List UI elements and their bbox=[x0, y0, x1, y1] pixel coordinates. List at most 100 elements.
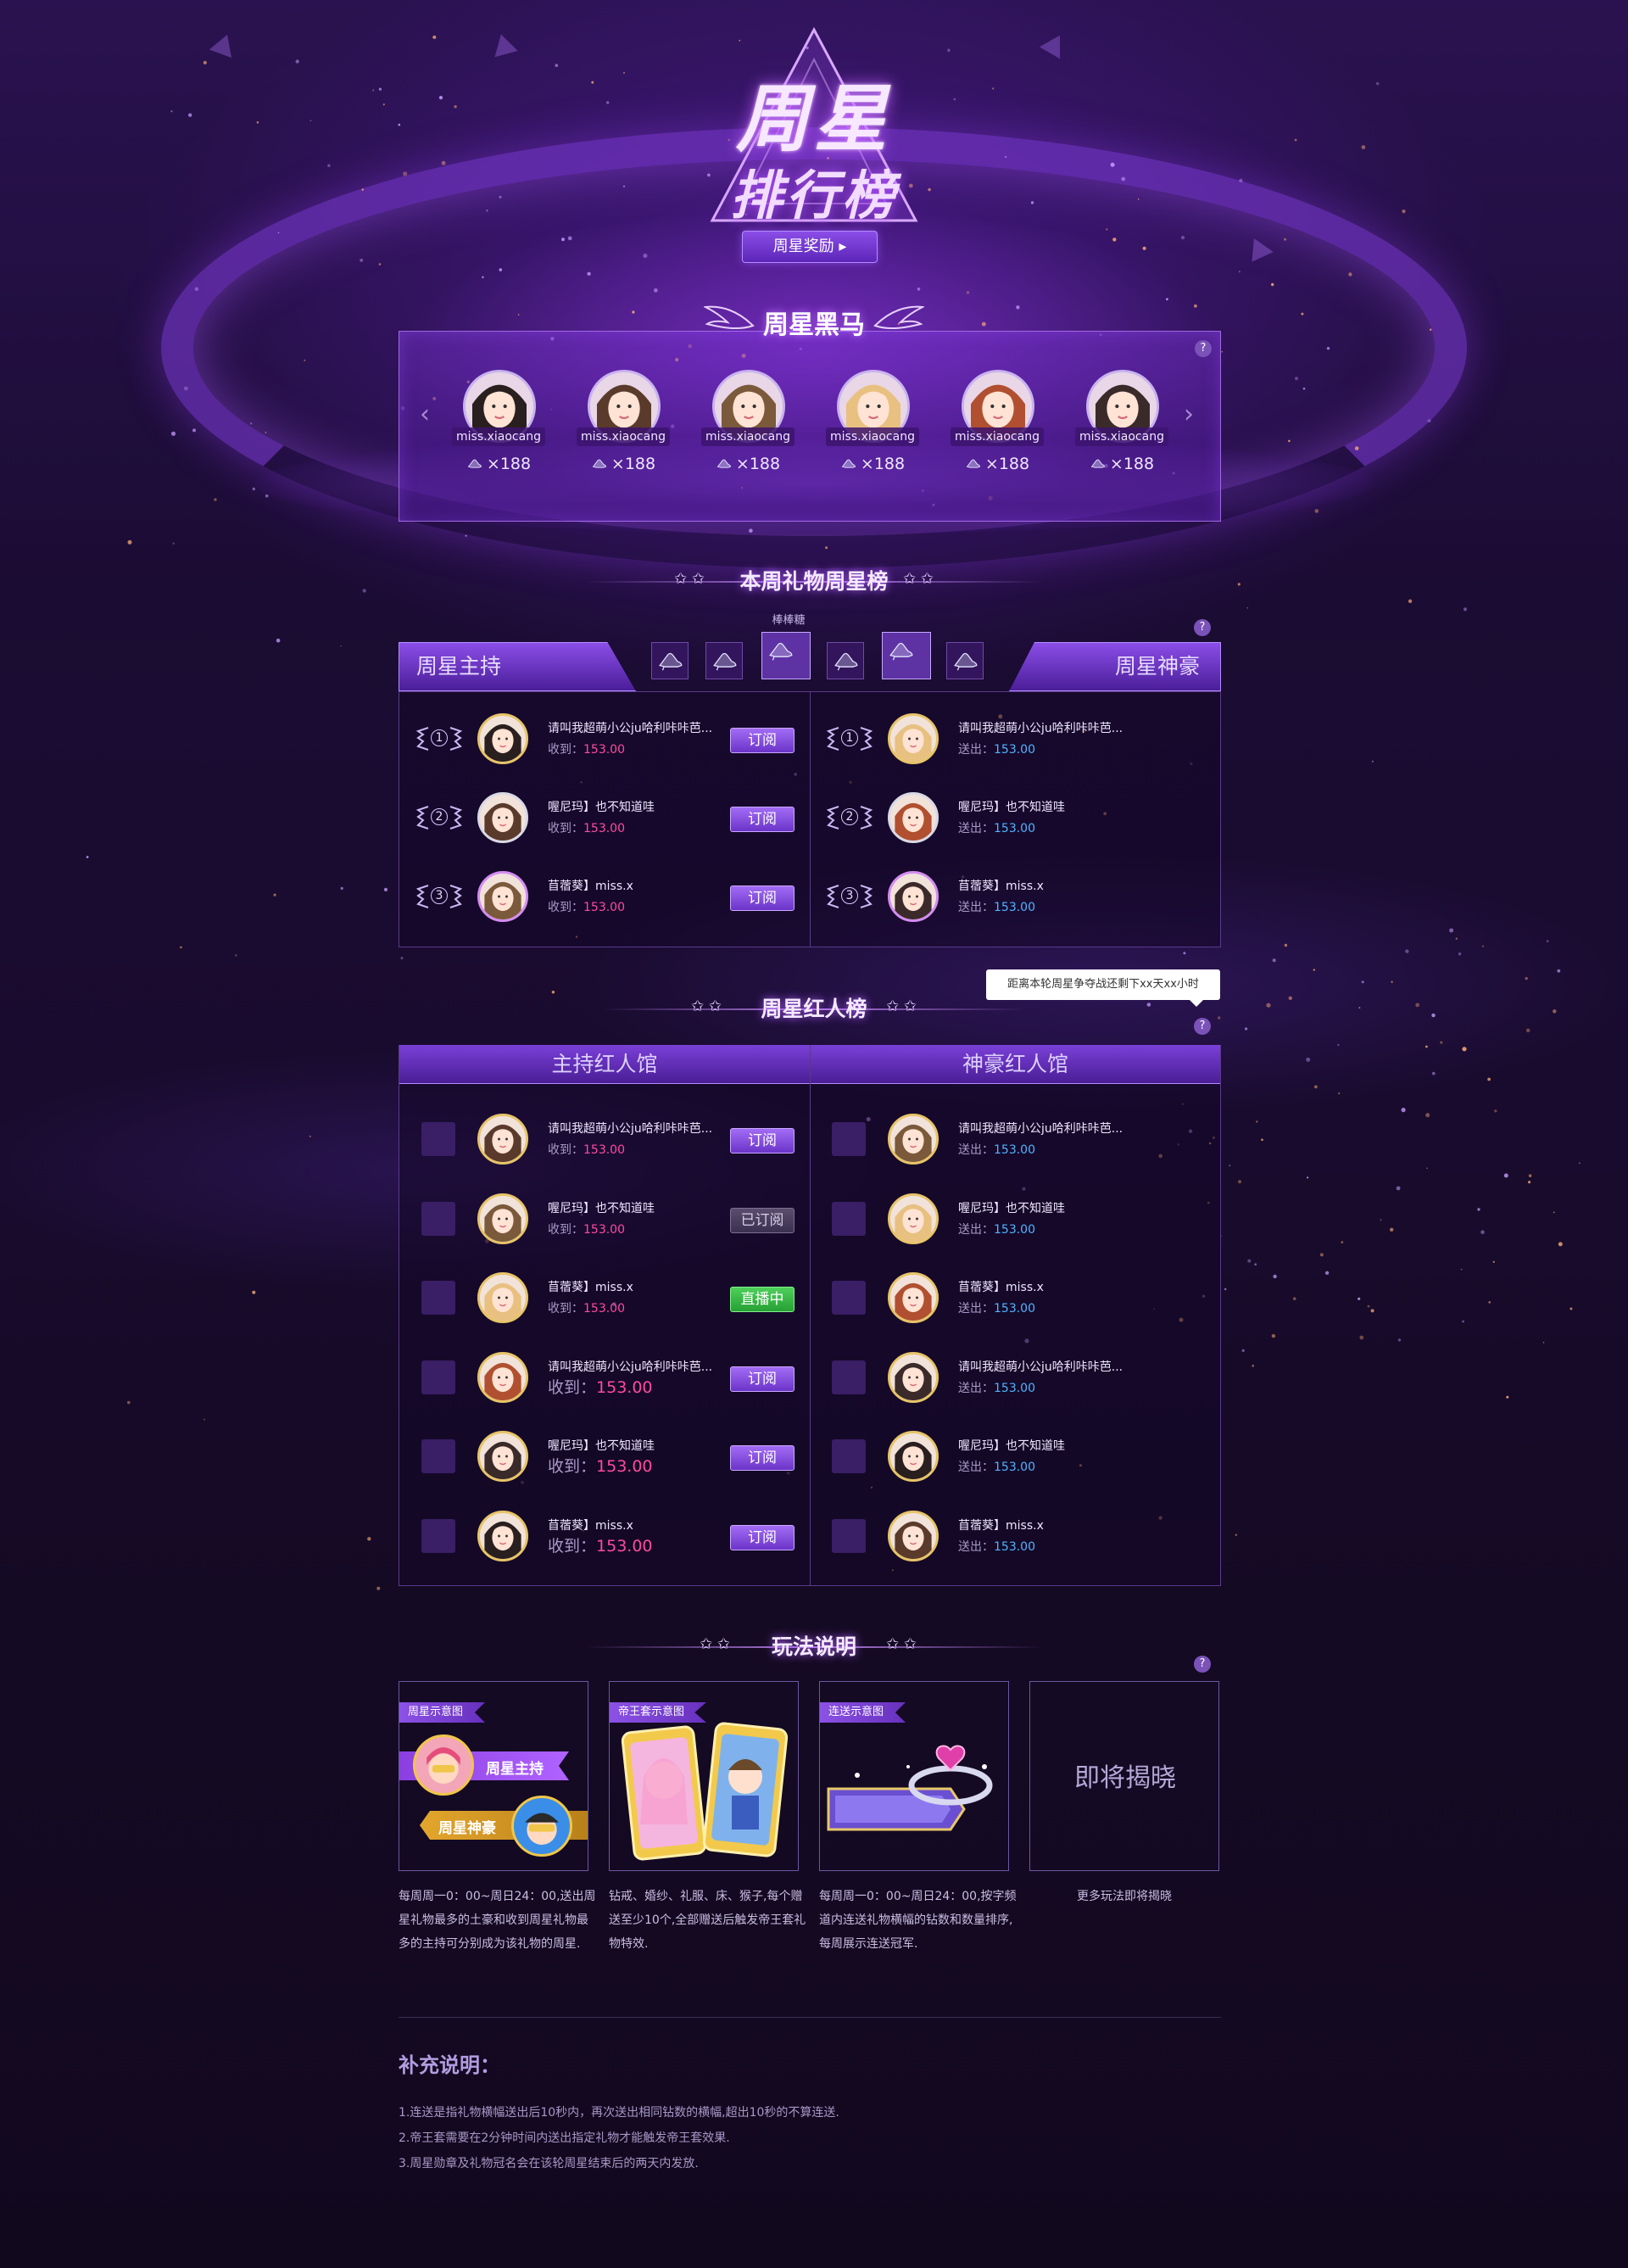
row-checkbox[interactable] bbox=[832, 1122, 866, 1156]
dark-horse-item[interactable]: miss.xiaocang ×188 bbox=[1075, 370, 1168, 489]
ranking-row: 喔尼玛】也不知道哇 收到：153.00 已订阅 bbox=[399, 1189, 810, 1249]
help-icon[interactable]: ? bbox=[1195, 340, 1212, 357]
host-name: miss.xiaocang bbox=[452, 427, 545, 446]
rank-badge: 3 bbox=[415, 882, 463, 911]
value-amount: 153.00 bbox=[583, 743, 625, 757]
user-name: 请叫我超萌小公ju哈利咔咔芭... bbox=[548, 722, 713, 735]
row-checkbox[interactable] bbox=[421, 1360, 455, 1394]
avatar[interactable] bbox=[477, 792, 528, 843]
subscribe-button[interactable]: 订阅 bbox=[730, 807, 794, 832]
supplement-title: 补充说明： bbox=[399, 2053, 500, 2077]
card-tag: 连送示意图 bbox=[820, 1702, 906, 1723]
dark-horse-title: 周星黑马 bbox=[704, 295, 924, 344]
dark-horse-item[interactable]: miss.xiaocang ×188 bbox=[452, 370, 545, 489]
row-checkbox[interactable] bbox=[832, 1360, 866, 1394]
avatar[interactable] bbox=[888, 792, 939, 843]
weekly-reward-button[interactable]: 周星奖励 ▸ bbox=[742, 231, 878, 263]
avatar[interactable] bbox=[477, 1510, 528, 1561]
avatar[interactable] bbox=[888, 1272, 939, 1323]
subscribe-button[interactable]: 订阅 bbox=[730, 1445, 794, 1471]
red-list-panel: 请叫我超萌小公ju哈利咔咔芭... 收到：153.00 订阅 喔尼玛】也不知道哇 收到：… bbox=[399, 1045, 1221, 1586]
gift-value: 送出：153.00 bbox=[958, 1299, 1035, 1316]
user-name: 喔尼玛】也不知道哇 bbox=[958, 1439, 1065, 1453]
host-name: miss.xiaocang bbox=[577, 427, 670, 446]
gift-option[interactable] bbox=[827, 642, 864, 679]
rank-badge: 3 bbox=[826, 882, 873, 911]
value-amount: 153.00 bbox=[596, 1457, 653, 1476]
prev-arrow-icon[interactable]: ‹ bbox=[420, 399, 430, 429]
avatar[interactable] bbox=[888, 1510, 939, 1561]
gift-option[interactable] bbox=[882, 632, 931, 679]
gameplay-card-combo: 连送示意图 bbox=[819, 1681, 1009, 1871]
crystal-shoe-icon bbox=[659, 652, 683, 671]
row-checkbox[interactable] bbox=[421, 1122, 455, 1156]
value-amount: 153.00 bbox=[994, 1143, 1035, 1157]
value-label: 送出： bbox=[958, 743, 994, 757]
avatar[interactable] bbox=[477, 713, 528, 764]
host-name: miss.xiaocang bbox=[701, 427, 794, 446]
help-icon[interactable]: ? bbox=[1194, 1018, 1211, 1035]
dark-horse-item[interactable]: miss.xiaocang ×188 bbox=[577, 370, 670, 489]
dark-horse-item[interactable]: miss.xiaocang ×188 bbox=[701, 370, 794, 489]
avatar[interactable] bbox=[888, 871, 939, 922]
row-checkbox[interactable] bbox=[421, 1439, 455, 1473]
ranking-row: 1 请叫我超萌小公ju哈利咔咔芭... 收到：153.00 订阅 bbox=[399, 709, 810, 768]
row-checkbox[interactable] bbox=[832, 1518, 866, 1553]
gift-option[interactable] bbox=[705, 642, 743, 679]
logo-title-main: 周星 bbox=[736, 76, 892, 162]
help-icon[interactable]: ? bbox=[1194, 1656, 1211, 1673]
row-checkbox[interactable] bbox=[421, 1518, 455, 1553]
card-description: 每周周一0：00~周日24：00,送出周星礼物最多的土豪和收到周星礼物最多的主持… bbox=[399, 1890, 596, 1951]
rank-number: 2 bbox=[841, 808, 858, 825]
avatar[interactable] bbox=[477, 1272, 528, 1323]
avatar[interactable] bbox=[477, 1114, 528, 1165]
avatar[interactable] bbox=[888, 1114, 939, 1165]
value-label: 收到： bbox=[548, 822, 583, 835]
dark-horse-item[interactable]: miss.xiaocang ×188 bbox=[951, 370, 1044, 489]
gift-count: ×188 bbox=[452, 455, 545, 473]
tab-weekly-rich[interactable]: 周星神豪 bbox=[1009, 642, 1221, 691]
gift-option[interactable] bbox=[651, 642, 689, 679]
value-amount: 153.00 bbox=[596, 1536, 653, 1556]
gift-value: 收到：153.00 bbox=[548, 1454, 653, 1477]
avatar[interactable] bbox=[888, 713, 939, 764]
subscribe-button[interactable]: 订阅 bbox=[730, 885, 794, 911]
dark-horse-item[interactable]: miss.xiaocang ×188 bbox=[826, 370, 919, 489]
avatar[interactable] bbox=[888, 1193, 939, 1244]
value-amount: 153.00 bbox=[994, 822, 1035, 835]
user-name: 请叫我超萌小公ju哈利咔咔芭... bbox=[958, 1122, 1123, 1136]
live-button[interactable]: 直播中 bbox=[730, 1287, 794, 1312]
user-name: 喔尼玛】也不知道哇 bbox=[548, 1201, 655, 1215]
avatar[interactable] bbox=[888, 1431, 939, 1482]
row-checkbox[interactable] bbox=[832, 1439, 866, 1473]
help-icon[interactable]: ? bbox=[1194, 619, 1211, 636]
gift-option[interactable] bbox=[761, 632, 811, 679]
value-label: 送出： bbox=[958, 1222, 994, 1237]
subscribe-button[interactable]: 订阅 bbox=[730, 728, 794, 753]
subscribe-button[interactable]: 订阅 bbox=[730, 1128, 794, 1154]
gift-count: ×188 bbox=[826, 455, 919, 473]
row-checkbox[interactable] bbox=[421, 1281, 455, 1315]
value-label: 收到： bbox=[548, 1377, 597, 1397]
weekly-reward-label: 周星奖励 bbox=[772, 237, 834, 255]
subscribe-button[interactable]: 已订阅 bbox=[730, 1207, 794, 1233]
value-amount: 153.00 bbox=[583, 1302, 625, 1316]
subscribe-button[interactable]: 订阅 bbox=[730, 1524, 794, 1550]
avatar[interactable] bbox=[477, 1431, 528, 1482]
row-checkbox[interactable] bbox=[421, 1201, 455, 1236]
row-checkbox[interactable] bbox=[832, 1281, 866, 1315]
host-name: miss.xiaocang bbox=[951, 427, 1044, 446]
gift-option[interactable] bbox=[946, 642, 984, 679]
subscribe-button[interactable]: 订阅 bbox=[730, 1366, 794, 1392]
avatar[interactable] bbox=[888, 1351, 939, 1403]
tab-weekly-host[interactable]: 周星主持 bbox=[399, 642, 636, 691]
supplement-item: 2.帝王套需要在2分钟时间内送出指定礼物才能触发帝王套效果. bbox=[399, 2131, 730, 2145]
row-checkbox[interactable] bbox=[832, 1201, 866, 1236]
next-arrow-icon[interactable]: › bbox=[1184, 399, 1194, 429]
avatar[interactable] bbox=[477, 1351, 528, 1403]
avatar[interactable] bbox=[477, 871, 528, 922]
host-hall-header: 主持红人馆 bbox=[399, 1045, 810, 1084]
gift-value: 送出：153.00 bbox=[958, 898, 1035, 915]
avatar[interactable] bbox=[477, 1193, 528, 1244]
crystal-shoe-icon bbox=[591, 455, 608, 468]
